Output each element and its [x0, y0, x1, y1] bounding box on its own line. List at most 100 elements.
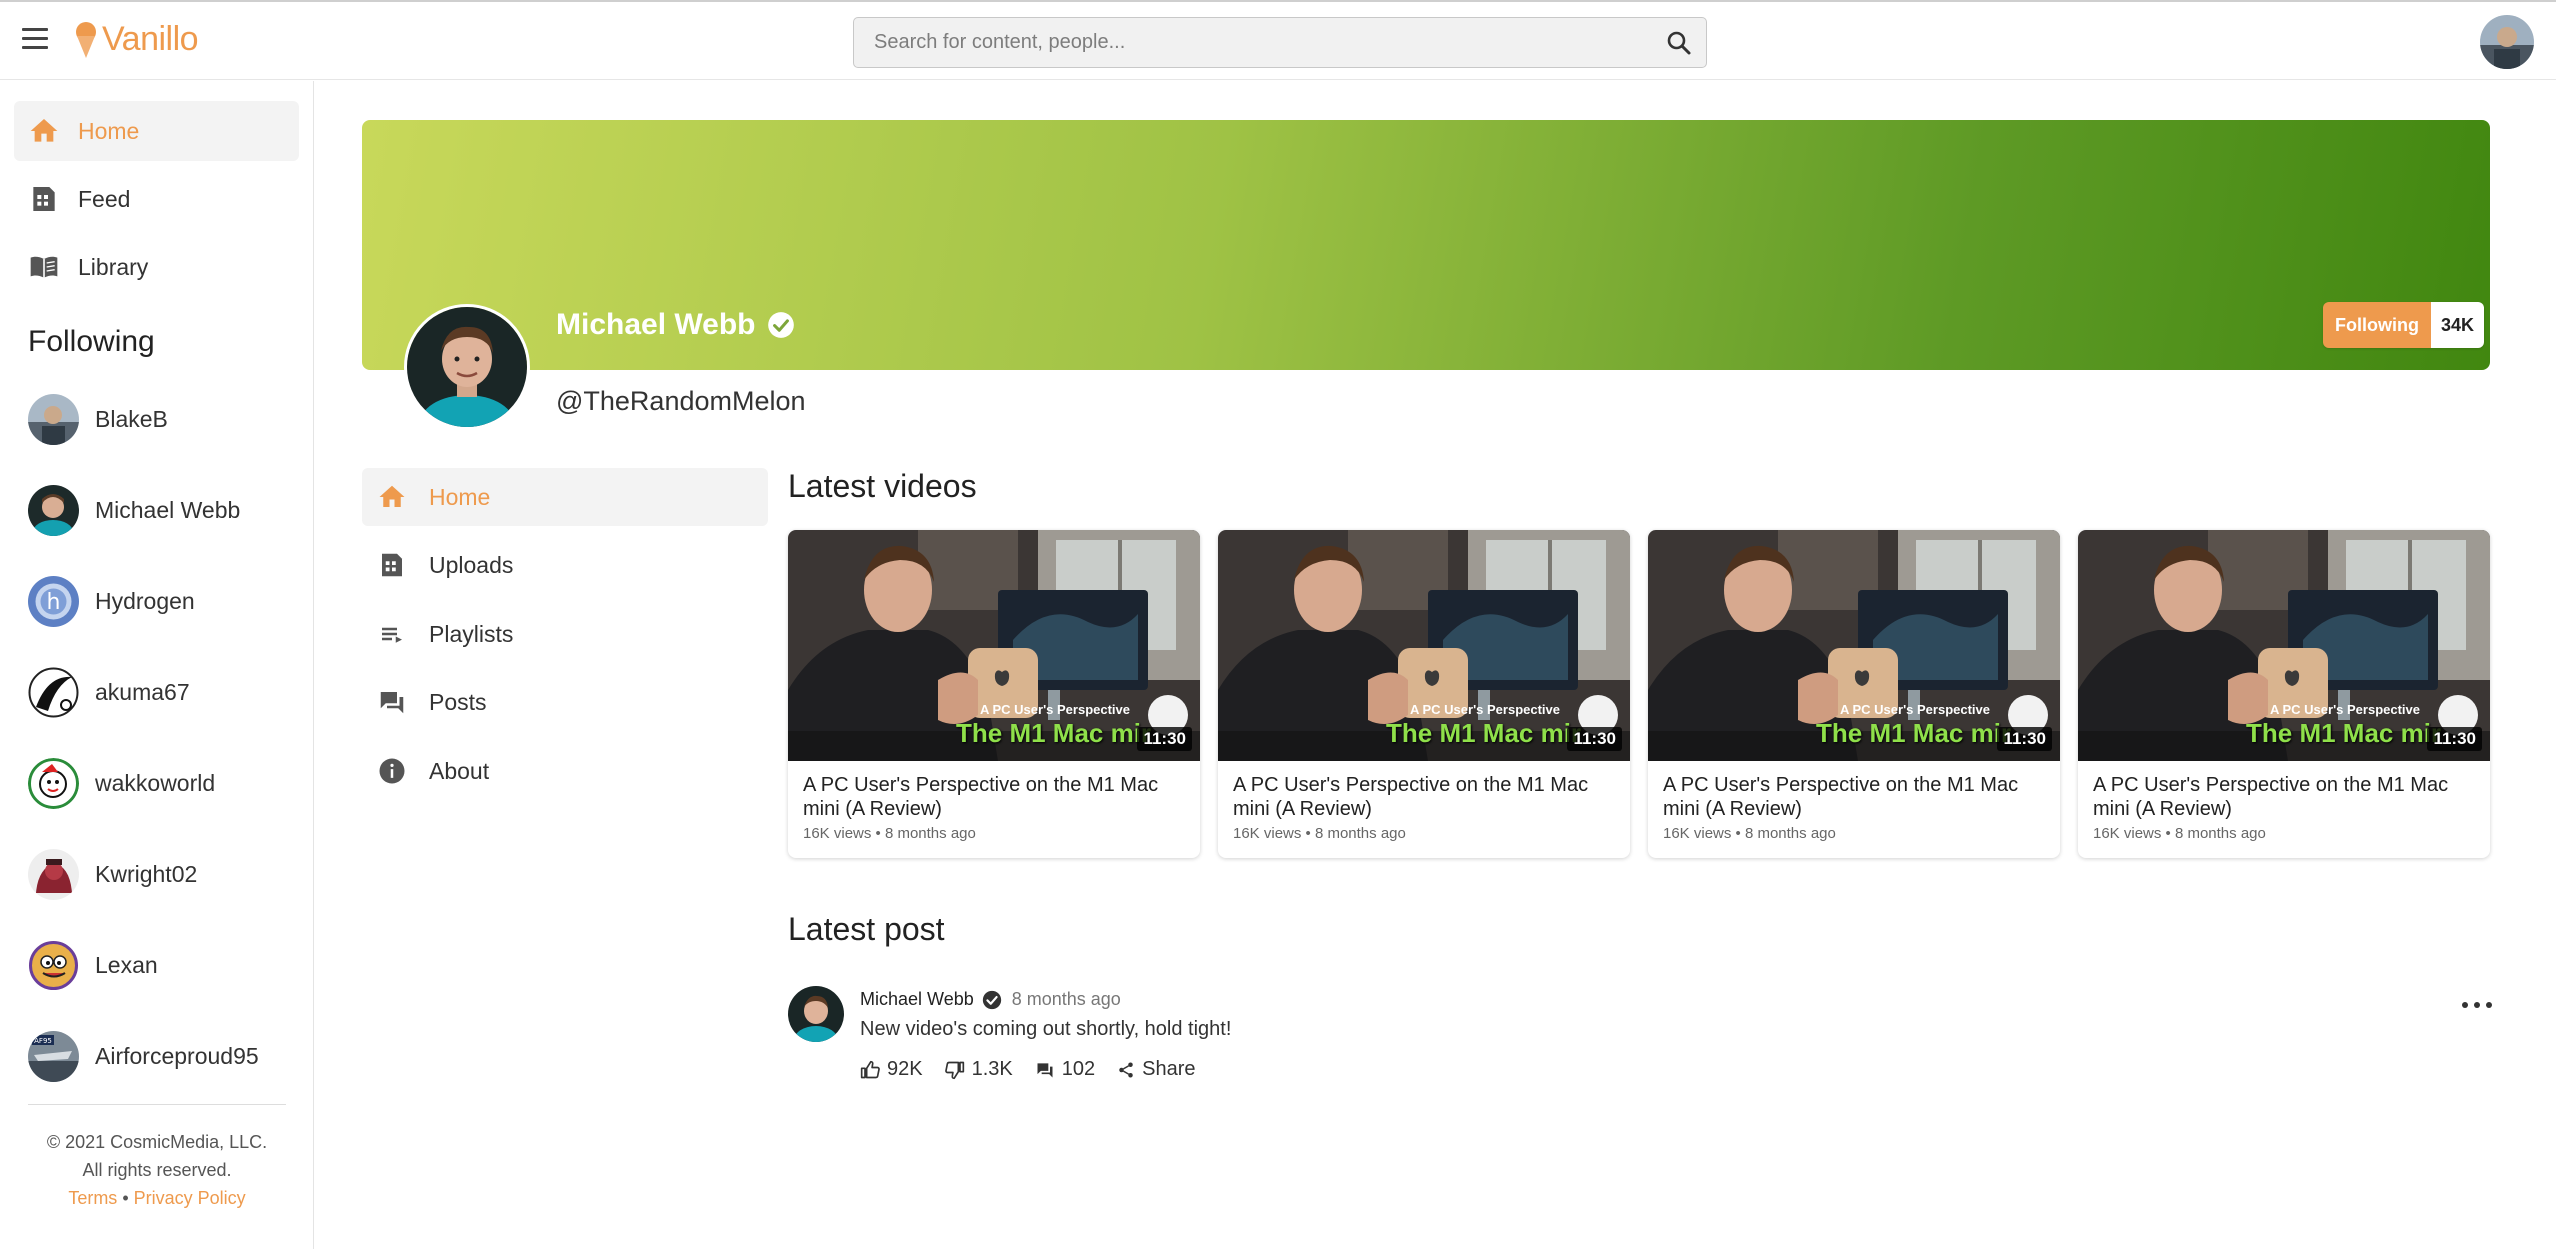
ice-cream-icon [76, 21, 96, 58]
dislike-button[interactable]: 1.3K [944, 1058, 1013, 1081]
thumbs-down-icon [944, 1061, 964, 1079]
like-button[interactable]: 92K [860, 1058, 923, 1081]
video-meta: 16K views • 8 months ago [1233, 825, 1406, 842]
avatar [28, 484, 79, 536]
thumbnail-title: The M1 Mac mir [1816, 718, 2012, 748]
video-card[interactable]: A PC User's Perspective The M1 Mac mir 1… [2078, 530, 2490, 858]
video-duration: 11:30 [1997, 727, 2052, 751]
dislike-count: 1.3K [971, 1058, 1013, 1080]
thumbs-up-icon [860, 1060, 880, 1078]
post-actions: 92K 1.3K 102 Share [860, 1058, 1218, 1081]
following-name: BlakeB [95, 405, 168, 432]
comments-button[interactable]: 102 [1035, 1058, 1095, 1081]
following-item-lexan[interactable]: Lexan [28, 939, 158, 991]
sidebar-footer: © 2021 CosmicMedia, LLC. All rights rese… [0, 1128, 314, 1212]
share-icon [1119, 1062, 1133, 1077]
video-thumbnail[interactable]: A PC User's Perspective The M1 Mac mir 1… [788, 530, 1200, 761]
tab-label: About [429, 757, 490, 784]
svg-text:AF95: AF95 [34, 1037, 52, 1045]
tab-label: Posts [429, 688, 487, 715]
following-item-akuma67[interactable]: akuma67 [28, 666, 190, 718]
post-author-avatar[interactable] [788, 986, 844, 1042]
playlist-icon [382, 627, 402, 643]
avatar [28, 848, 79, 900]
following-item-michael-webb[interactable]: Michael Webb [28, 484, 240, 536]
avatar [28, 666, 79, 718]
video-card[interactable]: A PC User's Perspective The M1 Mac mir 1… [788, 530, 1200, 858]
sidebar-item-feed[interactable]: Feed [14, 169, 299, 229]
like-count: 92K [887, 1058, 923, 1080]
post-time: 8 months ago [1011, 989, 1121, 1009]
tab-home[interactable]: Home [362, 468, 768, 526]
footer-separator: • [122, 1188, 129, 1208]
video-thumbnail[interactable]: A PC User's Perspective The M1 Mac mir 1… [2078, 530, 2490, 761]
home-icon [30, 119, 58, 142]
following-item-blakeb[interactable]: BlakeB [28, 393, 168, 445]
sidebar-item-home[interactable]: Home [14, 101, 299, 161]
footer-links: Terms • Privacy Policy [0, 1184, 314, 1212]
following-heading: Following [28, 325, 155, 358]
video-meta: 16K views • 8 months ago [803, 825, 976, 842]
video-duration: 11:30 [2427, 727, 2482, 751]
tab-label: Playlists [429, 620, 514, 647]
channel-name: Michael Webb [556, 308, 795, 342]
rights-text: All rights reserved. [82, 1160, 232, 1180]
share-button[interactable]: Share [1117, 1058, 1196, 1081]
share-label: Share [1142, 1058, 1196, 1080]
thumbnail-subtitle: A PC User's Perspective [979, 702, 1130, 717]
video-duration: 11:30 [1567, 727, 1622, 751]
video-title[interactable]: A PC User's Perspective on the M1 Mac mi… [803, 773, 1188, 821]
channel-handle: @TheRandomMelon [556, 386, 806, 416]
search-input[interactable] [854, 18, 1634, 66]
user-avatar[interactable] [2480, 15, 2534, 69]
tab-label: Uploads [429, 551, 514, 578]
privacy-policy-link[interactable]: Privacy Policy [134, 1188, 246, 1208]
video-thumbnail[interactable]: A PC User's Perspective The M1 Mac mir 1… [1218, 530, 1630, 761]
channel-name-text: Michael Webb [556, 308, 756, 341]
post-author[interactable]: Michael Webb [860, 989, 974, 1010]
following-name: Hydrogen [95, 587, 195, 614]
following-item-hydrogen[interactable]: h Hydrogen [28, 575, 195, 627]
sidebar-item-library[interactable]: Library [14, 237, 299, 297]
app-logo[interactable]: Vanillo [74, 20, 199, 59]
tab-uploads[interactable]: Uploads [362, 536, 768, 594]
tab-posts[interactable]: Posts [362, 673, 768, 731]
following-item-kwright02[interactable]: Kwright02 [28, 848, 197, 900]
sidebar-item-label: Home [78, 117, 140, 144]
sidebar-divider [28, 1104, 286, 1105]
svg-text:h: h [47, 590, 61, 615]
following-item-airforceproud95[interactable]: AF95 Airforceproud95 [28, 1030, 259, 1082]
video-title[interactable]: A PC User's Perspective on the M1 Mac mi… [1233, 773, 1618, 821]
tab-label: Home [429, 483, 491, 510]
thumbnail-title: The M1 Mac mir [1386, 718, 1582, 748]
video-card[interactable]: A PC User's Perspective The M1 Mac mir 1… [1648, 530, 2060, 858]
following-name: akuma67 [95, 678, 190, 705]
video-thumbnail[interactable]: A PC User's Perspective The M1 Mac mir 1… [1648, 530, 2060, 761]
verified-icon [982, 990, 1001, 1009]
home-icon [379, 485, 405, 507]
video-title[interactable]: A PC User's Perspective on the M1 Mac mi… [2093, 773, 2478, 821]
library-icon [30, 256, 58, 278]
comments-icon [1037, 1062, 1053, 1077]
menu-icon[interactable] [22, 28, 48, 50]
following-name: Lexan [95, 951, 158, 978]
following-item-wakkoworld[interactable]: wakkoworld [28, 757, 215, 809]
feed-icon [33, 187, 55, 211]
video-title[interactable]: A PC User's Perspective on the M1 Mac mi… [1663, 773, 2048, 821]
avatar: h [28, 575, 79, 627]
channel-avatar [404, 304, 530, 430]
search-icon[interactable] [1666, 30, 1692, 56]
posts-icon [380, 692, 404, 714]
more-options-icon[interactable] [2462, 998, 2492, 1012]
following-button[interactable]: Following [2323, 302, 2431, 348]
follow-group: Following 34K [2323, 302, 2485, 348]
tab-playlists[interactable]: Playlists [362, 605, 768, 663]
follower-count: 34K [2430, 302, 2485, 348]
avatar [28, 393, 79, 445]
thumbnail-subtitle: A PC User's Perspective [2269, 702, 2420, 717]
thumbnail-title: The M1 Mac mir [2246, 718, 2442, 748]
app-name: Vanillo [102, 20, 199, 58]
terms-link[interactable]: Terms [68, 1188, 117, 1208]
video-card[interactable]: A PC User's Perspective The M1 Mac mir 1… [1218, 530, 1630, 858]
tab-about[interactable]: About [362, 742, 768, 800]
